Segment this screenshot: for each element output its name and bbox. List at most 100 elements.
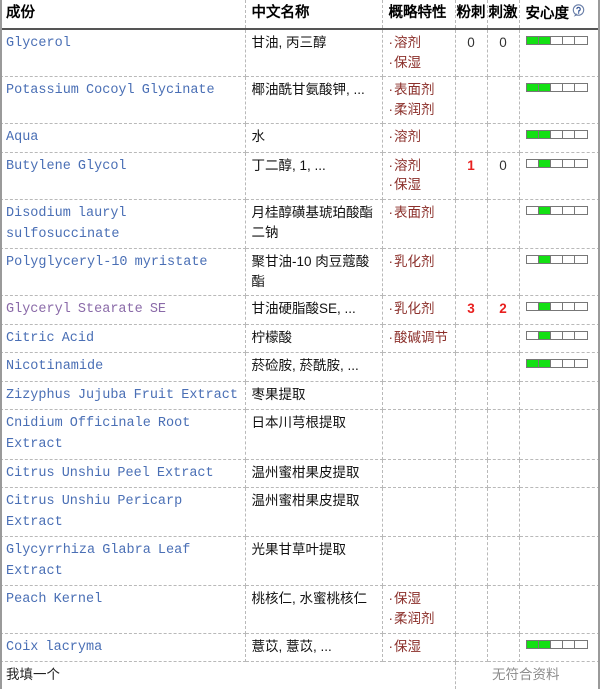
ingredient-name-cell: Potassium Cocoyl Glycinate [0,76,246,125]
safety-bar [525,359,588,369]
table-header-row: 成份 中文名称 概略特性 粉刺 刺激 安心度 [0,0,600,31]
properties-cell: 乳化剂 [382,295,456,325]
properties-cell: 溶剂 [382,123,456,153]
ingredient-name-cell: Citrus Unshiu Pericarp Extract [0,487,246,538]
ingredient-link[interactable]: Cnidium Officinale Root Extract [6,416,190,452]
property-tag[interactable]: 柔润剂 [389,609,451,629]
property-tag[interactable]: 柔润剂 [389,100,451,120]
ingredient-link[interactable]: Glyceryl Stearate SE [6,302,166,317]
help-circle-icon[interactable] [572,3,585,17]
irritation-score-cell [487,324,520,354]
property-tag[interactable]: 表面剂 [389,203,451,223]
property-tag[interactable]: 乳化剂 [389,299,451,319]
safety-bar-segment [575,640,587,648]
ingredient-link[interactable]: Disodium lauryl sulfosuccinate [6,206,127,242]
safety-score-cell [519,248,600,297]
ingredient-link[interactable]: Nicotinamide [6,359,103,374]
safety-bar-segment [563,37,576,45]
ingredient-link[interactable]: Citric Acid [6,331,94,346]
table-row: Citrus Unshiu Pericarp Extract 温州蜜柑果皮提取 [0,487,600,538]
properties-cell: 表面剂 [382,199,456,250]
acne-score-cell [455,459,488,489]
ingredient-link[interactable]: Glycerol [6,36,71,51]
column-header-acne[interactable]: 粉刺 [455,0,488,31]
chinese-name-cell: 甘油, 丙三醇 [245,29,383,78]
property-tag[interactable]: 保湿 [389,175,451,195]
irritation-score-cell [487,352,520,382]
property-tag[interactable]: 溶剂 [389,33,451,53]
safety-bar [525,330,588,340]
chinese-name-cell: 菸硷胺, 菸酰胺, ... [245,352,383,382]
irritation-score-cell: 0 [487,152,520,200]
column-header-properties[interactable]: 概略特性 [382,0,456,31]
ingredient-link[interactable]: Citrus Unshiu Peel Extract [6,466,214,481]
table-row: Peach Kernel 桃核仁, 水蜜桃核仁保湿柔润剂 [0,585,600,634]
property-tag[interactable]: 表面剂 [389,80,451,100]
safety-bar [525,255,588,265]
ingredient-name-cell: Disodium lauryl sulfosuccinate [0,199,246,250]
property-tag[interactable]: 乳化剂 [389,252,451,272]
safety-score-cell [519,487,600,538]
acne-score-cell: 1 [455,152,488,200]
property-tag[interactable]: 保湿 [389,637,451,657]
safety-bar-segment [526,159,539,167]
safety-score-cell [519,76,600,125]
acne-score-cell [455,487,488,538]
add-entry-link[interactable]: 我填一个 [0,661,456,689]
acne-score-cell [455,248,488,297]
ingredient-link[interactable]: Citrus Unshiu Pericarp Extract [6,494,182,530]
chinese-name-cell: 柠檬酸 [245,324,383,354]
safety-bar-segment [563,360,576,368]
safety-bar-segment [538,159,551,167]
properties-cell [382,409,456,460]
ingredient-link[interactable]: Polyglyceryl-10 myristate [6,255,208,270]
ingredient-link[interactable]: Zizyphus Jujuba Fruit Extract [6,388,238,403]
safety-score-cell [519,29,600,78]
acne-score-cell [455,352,488,382]
property-tag[interactable]: 溶剂 [389,156,451,176]
safety-bar-segment [538,84,551,92]
ingredient-link[interactable]: Aqua [6,130,38,145]
safety-bar-segment [538,331,551,339]
chinese-name-cell: 椰油酰甘氨酸钾, ... [245,76,383,125]
table-row: Potassium Cocoyl Glycinate 椰油酰甘氨酸钾, ... 表面… [0,76,600,125]
safety-bar [525,302,588,312]
ingredient-link[interactable]: Coix lacryma [6,640,102,655]
properties-cell [382,459,456,489]
table-row: Polyglyceryl-10 myristate 聚甘油-10 肉豆蔻酸酯乳化剂 [0,248,600,297]
property-tag[interactable]: 溶剂 [389,127,451,147]
chinese-name-cell: 丁二醇, 1, ... [245,152,383,200]
table-footer-row: 我填一个 无符合资料 [0,661,600,689]
column-header-safety[interactable]: 安心度 [519,0,600,31]
safety-bar-segment [538,640,551,648]
table-row: Aqua 水溶剂 [0,123,600,153]
column-header-inci[interactable]: 成份 [0,0,246,31]
safety-score-cell [519,324,600,354]
table-row: Glycerol甘油, 丙三醇溶剂保湿00 [0,29,600,78]
safety-bar-segment [550,256,564,264]
irritation-score-cell [487,585,520,634]
chinese-name-cell: 水 [245,123,383,153]
column-header-irritation[interactable]: 刺激 [487,0,520,31]
safety-score-cell [519,199,600,250]
safety-bar-segment [538,131,551,139]
safety-bar-segment [538,206,551,214]
safety-bar-segment [563,131,576,139]
property-tag[interactable]: 保湿 [389,589,451,609]
property-tag[interactable]: 酸碱调节 [389,328,451,348]
table-row: Zizyphus Jujuba Fruit Extract 枣果提取 [0,381,600,411]
safety-bar-segment [575,37,587,45]
safety-score-cell [519,295,600,325]
ingredient-link[interactable]: Peach Kernel [6,592,102,607]
ingredient-link[interactable]: Butylene Glycol [6,159,127,174]
ingredient-table: 成份 中文名称 概略特性 粉刺 刺激 安心度 Glycerol 甘油, 丙三醇溶剂… [0,0,600,689]
acne-score-cell: 3 [455,295,488,325]
safety-bar-segment [526,131,539,139]
safety-bar [525,205,588,215]
ingredient-link[interactable]: Glycyrrhiza Glabra Leaf Extract [6,543,190,579]
column-header-chinese-name[interactable]: 中文名称 [245,0,383,31]
table-row: Butylene Glycol 丁二醇, 1, ... 溶剂保湿10 [0,152,600,200]
safety-bar-segment [563,640,576,648]
property-tag[interactable]: 保湿 [389,53,451,73]
ingredient-link[interactable]: Potassium Cocoyl Glycinate [6,83,215,98]
